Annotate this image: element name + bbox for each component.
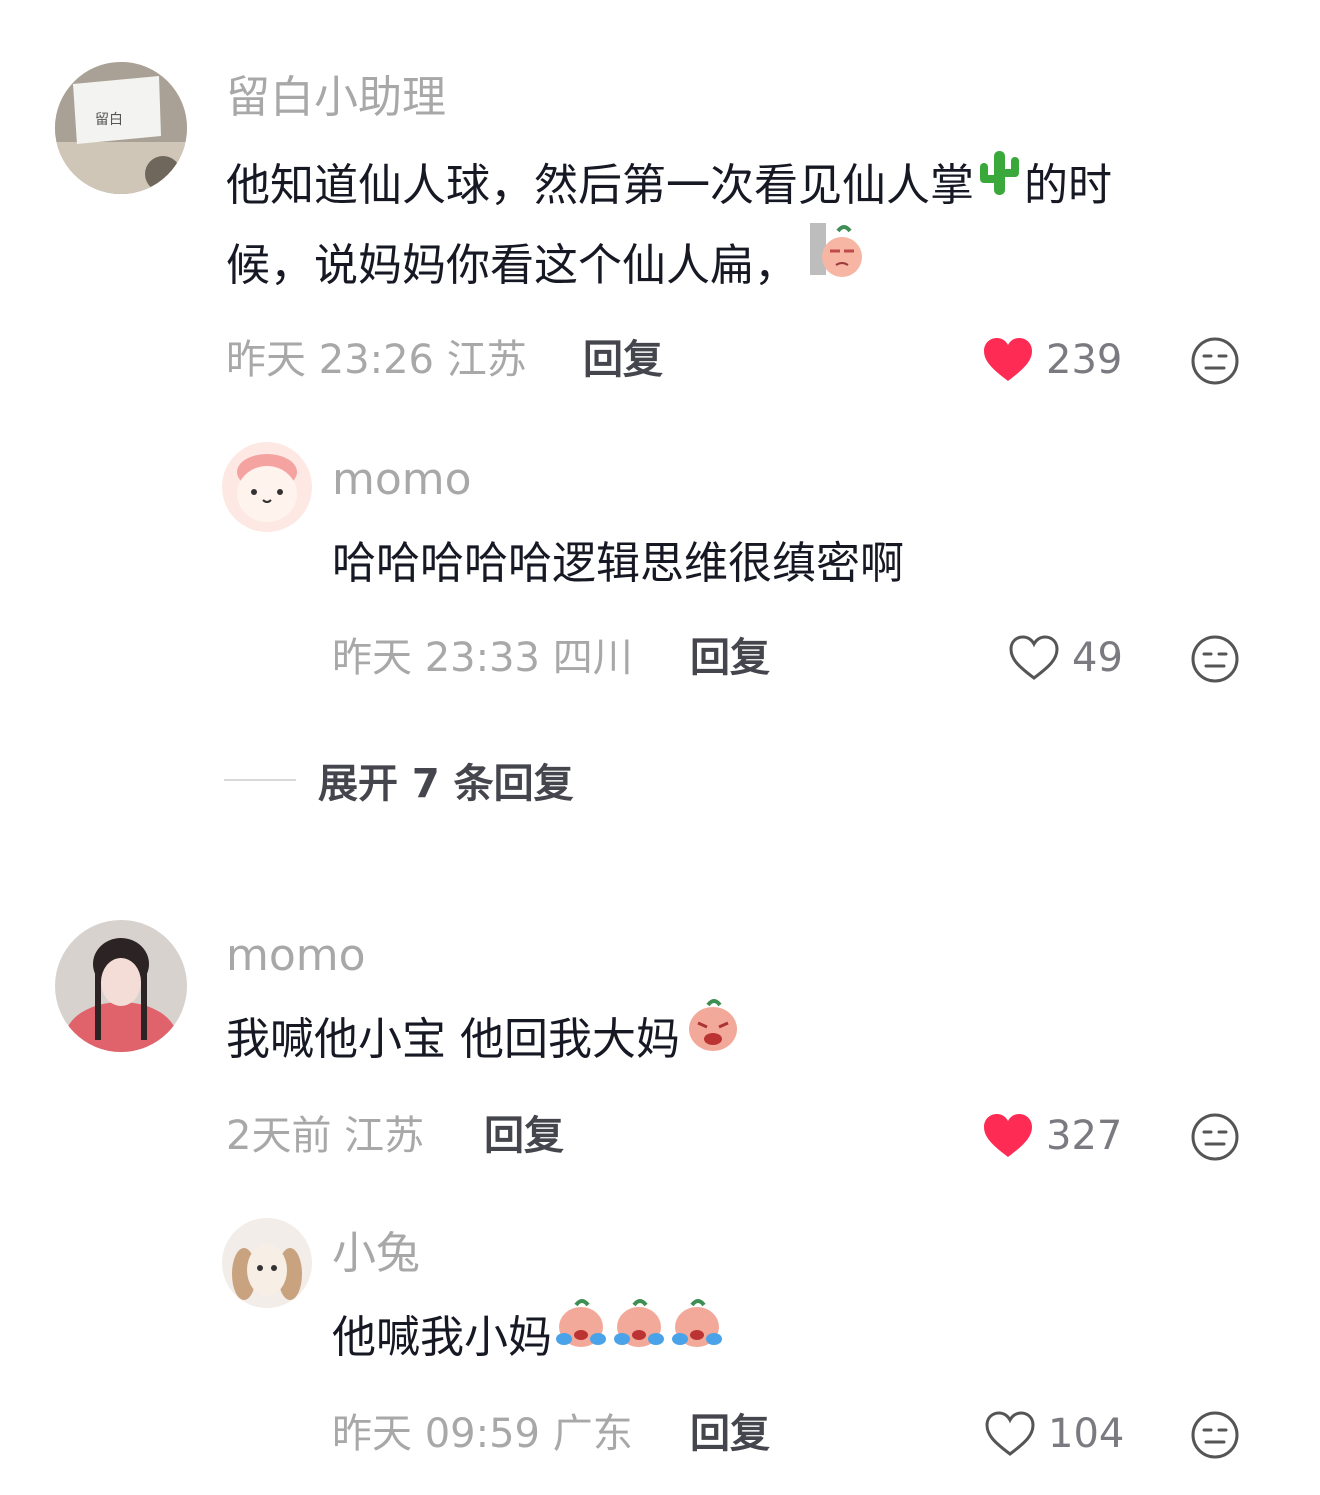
reply-text: 他喊我小妈	[332, 1312, 552, 1363]
crying-sticker-icon	[610, 1293, 668, 1377]
comment-meta: 2天前 江苏	[226, 1113, 425, 1159]
expand-replies-label: 展开 7 条回复	[318, 761, 574, 807]
avatar[interactable]: 留白	[55, 62, 187, 194]
avatar[interactable]	[222, 1218, 312, 1308]
avatar[interactable]	[222, 442, 312, 532]
heart-filled-icon	[984, 338, 1032, 381]
divider-line	[224, 779, 296, 781]
cactus-icon	[974, 143, 1024, 223]
avatar[interactable]	[55, 920, 187, 1052]
reply-button[interactable]: 回复	[690, 630, 770, 686]
crying-sticker-icon	[668, 1293, 726, 1377]
comment-content: 他知道仙人球，然后第一次看见仙人掌 的时	[226, 146, 1112, 226]
reply-content: 他喊我小妈	[332, 1298, 726, 1378]
comment-username[interactable]: momo	[226, 928, 366, 984]
expand-replies-button[interactable]: 展开 7 条回复	[224, 752, 574, 808]
reply-button[interactable]: 回复	[583, 332, 663, 388]
comment-text: 他知道仙人球，然后第一次看见仙人掌	[226, 160, 974, 211]
like-count: 49	[1072, 635, 1123, 681]
comment-username[interactable]: 留白小助理	[226, 70, 446, 126]
reply-meta: 昨天 23:33 四川	[332, 635, 633, 681]
reply-button[interactable]: 回复	[690, 1406, 770, 1462]
comment-meta: 昨天 23:26 江苏	[226, 337, 527, 383]
crying-sticker-icon	[552, 1293, 610, 1377]
avatar-text: 留白	[95, 112, 123, 128]
comment-text: 的时	[1024, 160, 1112, 211]
reply-content: 哈哈哈哈哈逻辑思维很缜密啊	[332, 538, 904, 589]
comment-content-line2: 候，说妈妈你看这个仙人扁，	[226, 223, 866, 306]
heart-filled-icon	[984, 1114, 1032, 1157]
reply-button[interactable]: 回复	[484, 1108, 564, 1164]
crying-sticker-icon	[684, 995, 742, 1079]
dislike-button[interactable]	[1190, 1410, 1240, 1460]
like-count: 327	[1046, 1113, 1123, 1159]
dislike-button[interactable]	[1190, 336, 1240, 386]
neutral-face-icon	[1191, 337, 1239, 385]
like-button[interactable]: 327	[982, 1108, 1122, 1164]
like-count: 239	[1046, 337, 1123, 383]
neutral-face-icon	[1191, 1411, 1239, 1459]
comment-content: 我喊他小宝 他回我大妈	[226, 999, 742, 1080]
reply-username[interactable]: 小兔	[332, 1226, 420, 1282]
peeking-sticker-icon	[808, 221, 866, 305]
like-count: 104	[1048, 1411, 1125, 1457]
neutral-face-icon	[1191, 635, 1239, 683]
comment-text: 我喊他小宝 他回我大妈	[226, 1014, 680, 1065]
reply-meta: 昨天 09:59 广东	[332, 1411, 633, 1457]
reply-username[interactable]: momo	[332, 452, 472, 508]
heart-outline-icon	[985, 1411, 1035, 1456]
like-button[interactable]: 239	[982, 332, 1122, 388]
dislike-button[interactable]	[1190, 1112, 1240, 1162]
neutral-face-icon	[1191, 1113, 1239, 1161]
like-button[interactable]: 104	[984, 1406, 1124, 1462]
dislike-button[interactable]	[1190, 634, 1240, 684]
heart-outline-icon	[1009, 635, 1059, 680]
like-button[interactable]: 49	[1008, 630, 1123, 686]
comment-text: 候，说妈妈你看这个仙人扁，	[226, 240, 798, 291]
